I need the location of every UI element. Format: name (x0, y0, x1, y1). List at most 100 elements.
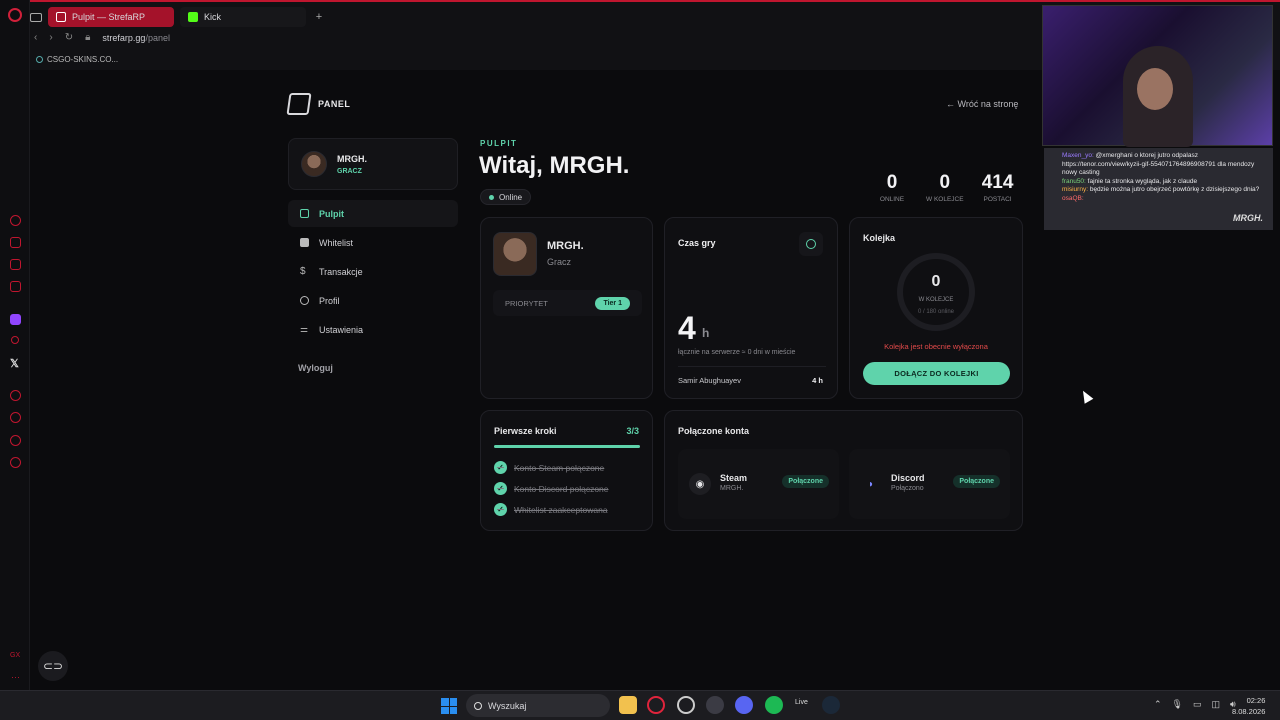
playtime-card: Czas gry 4 h łącznie na serwerze ≈ 0 dni… (664, 217, 838, 399)
user-name: MRGH. (337, 153, 367, 164)
taskbar-clock[interactable]: 02:26 8.08.2026 (1232, 695, 1265, 717)
gx-label: GX (10, 652, 21, 659)
nav-item-ustawienia[interactable]: ⚌ Ustawienia (288, 316, 458, 343)
user-role: GRACZ (337, 167, 362, 175)
messenger-icon[interactable] (10, 435, 21, 446)
steps-progress-fill (494, 445, 640, 448)
chat-user: Maxen_yo: (1062, 152, 1094, 159)
bookmark-favicon-icon (36, 56, 43, 63)
discord-taskbar-icon[interactable] (735, 696, 753, 714)
playtime-value: 4 (678, 310, 696, 346)
nav-item-pulpit[interactable]: Pulpit (288, 200, 458, 227)
tab-strip: Pulpit — StrefaRP Kick + (30, 6, 326, 28)
headset-app-icon[interactable] (706, 696, 724, 714)
checkbox-icon (300, 238, 309, 247)
opera-logo-icon[interactable] (8, 8, 22, 22)
opera-gx-icon[interactable] (647, 696, 665, 714)
step-label: Konto Discord połączone (514, 483, 609, 494)
tab-label: Pulpit — StrefaRP (72, 12, 146, 22)
back-to-site-link[interactable]: ← Wróć na stronę (946, 99, 1018, 109)
chevron-up-icon[interactable]: ⌃ (1154, 699, 1162, 710)
page-title: Witaj, MRGH. (479, 152, 630, 179)
forward-arrow-icon[interactable]: › (49, 32, 52, 43)
account-discord[interactable]: ◗ Discord Połączono Połączone (849, 449, 1010, 519)
stat-online: 0 ONLINE (876, 172, 908, 203)
playtime-unit: h (702, 326, 710, 340)
speed-dial-icon[interactable] (10, 215, 21, 226)
stat-label: W KOLEJCE (926, 196, 964, 203)
microphone-icon[interactable]: 🎙︎ (1172, 699, 1183, 710)
nav-label: Whitelist (319, 237, 354, 248)
tab-kick[interactable]: Kick (180, 7, 306, 27)
chat-user: misiurny: (1062, 186, 1089, 193)
status-text: Online (499, 192, 523, 202)
account-steam[interactable]: ◉ Steam MRGH. Połączone (678, 449, 839, 519)
chat-line: Maxen_yo: @xmerghani o ktorej jutro odpa… (1062, 152, 1265, 161)
stat-value: 414 (981, 172, 1014, 193)
shop-icon[interactable] (10, 237, 21, 248)
search-placeholder: Wyszukaj (488, 700, 527, 711)
queue-online: 0 / 180 online (917, 309, 955, 315)
player-icon[interactable] (10, 390, 21, 401)
spotify-icon[interactable] (765, 696, 783, 714)
tier-badge: Tier 1 (595, 296, 630, 310)
obs-icon[interactable] (677, 696, 695, 714)
list-item: ✓ Konto Steam połączone (494, 461, 604, 474)
discord-icon: ◗ (867, 478, 875, 490)
panel-brand[interactable]: PANEL (286, 93, 350, 115)
streamer-head (1137, 68, 1173, 110)
queue-title: Kolejka (863, 233, 896, 243)
online-dot-icon (489, 194, 494, 200)
url-bar[interactable]: strefarp.gg/panel (102, 33, 170, 43)
account-name: Discord (891, 473, 925, 483)
status-badge: Online (480, 189, 532, 205)
mouse-cursor-icon (1078, 388, 1094, 404)
display-icon[interactable]: ▭ (1193, 699, 1202, 710)
nav-item-whitelist[interactable]: Whitelist (288, 229, 458, 256)
reload-icon[interactable]: ↻ (65, 32, 73, 43)
new-tab-button[interactable]: + (312, 10, 326, 24)
mods-icon[interactable] (10, 281, 21, 292)
join-queue-button[interactable]: DOŁĄCZ DO KOLEJKI (863, 362, 1010, 385)
nav-label: Profil (319, 295, 340, 306)
more-dots-icon[interactable]: ··· (11, 672, 20, 682)
workspace-icon[interactable] (30, 12, 42, 22)
x-twitter-icon[interactable]: 𝕏 (10, 357, 19, 370)
taskbar-search[interactable]: Wyszukaj (466, 694, 610, 717)
live-app-label[interactable]: Live (795, 699, 808, 706)
logout-link[interactable]: Wyloguj (298, 363, 333, 373)
tab-pulpit[interactable]: Pulpit — StrefaRP (48, 7, 174, 27)
accounts-title: Połączone konta (678, 426, 750, 436)
chat-text: https://tenor.com/view/kyzii-gif-5540717… (1062, 160, 1255, 177)
twitch-icon[interactable] (10, 314, 21, 325)
discount-icon[interactable] (11, 336, 19, 344)
settings-gear-icon[interactable] (10, 457, 21, 468)
stat-value: 0 (886, 172, 898, 193)
lock-icon[interactable]: 🔒︎ (85, 32, 90, 43)
nav-item-profil[interactable]: Profil (288, 287, 458, 314)
chat-user: osaQB: (1062, 194, 1084, 202)
bookmark-label: CSGO-SKINS.CO... (47, 55, 119, 64)
nav-label: Pulpit (319, 208, 344, 219)
chat-text: fajnie ta stronka wygląda, jak z claude (1087, 177, 1198, 185)
link-icon[interactable]: ⊂⊃ (38, 651, 68, 681)
windows-start-icon[interactable] (441, 698, 457, 714)
server-stats: 0 ONLINE 0 W KOLEJCE 414 POSTACI (876, 172, 1014, 203)
connected-badge: Połączone (953, 475, 1000, 488)
character-name: Samir Abughuayev (678, 376, 741, 385)
url-host: strefarp.gg (102, 32, 146, 43)
user-icon (300, 296, 309, 305)
back-arrow-icon[interactable]: ‹ (34, 32, 37, 43)
queue-count-label: W KOLEJCE (918, 297, 954, 303)
chat-line: franu50: fajnie ta stronka wygląda, jak … (1062, 178, 1265, 187)
nav-item-transakcje[interactable]: $ Transakcje (288, 258, 458, 285)
bookmark-csgo[interactable]: CSGO-SKINS.CO... (36, 55, 118, 64)
history-icon[interactable] (10, 412, 21, 423)
account-name: Steam (720, 473, 748, 483)
queue-ring: 0 W KOLEJCE 0 / 180 online (897, 253, 975, 331)
section-label: PULPIT (480, 139, 518, 148)
steam-taskbar-icon[interactable] (822, 696, 840, 714)
network-icon[interactable]: ◫ (1212, 699, 1221, 710)
news-icon[interactable] (10, 259, 21, 270)
file-explorer-icon[interactable] (619, 696, 637, 714)
